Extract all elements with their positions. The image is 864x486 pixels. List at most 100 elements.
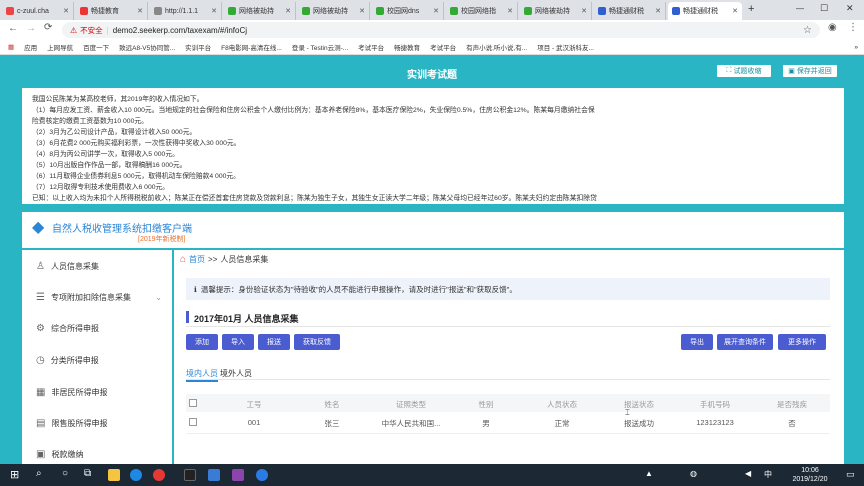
tab-foreign[interactable]: 境外人员 — [220, 368, 252, 379]
tab-favicon-icon — [524, 7, 532, 15]
insecure-label: 不安全 — [80, 25, 103, 35]
minimize-button[interactable]: — — [796, 4, 804, 13]
select-all-checkbox[interactable] — [189, 399, 197, 407]
app-icon[interactable] — [208, 469, 220, 481]
browser-tab-active[interactable]: 畅捷通财税 ✕ — [668, 2, 742, 20]
address-bar[interactable]: ⚠ 不安全 | demo2.seekerp.com/taxexam/#/info… — [62, 22, 820, 38]
task-view-icon[interactable]: ⧉ — [84, 468, 91, 479]
expand-query-button[interactable]: 展开查询条件 — [717, 334, 773, 350]
browser-tab[interactable]: 畅捷通财税 ✕ — [594, 2, 666, 20]
reload-icon[interactable]: ⟳ — [44, 22, 52, 33]
account-icon[interactable]: ◉ — [828, 22, 837, 33]
close-icon[interactable]: ✕ — [653, 7, 661, 15]
app-subtitle: [2019年新税制] — [138, 236, 186, 243]
sidebar: ♙ 人员信息采集 ☰ 专项附加扣除信息采集 ⌄ ⚙ 综合所得申报 ◷ 分类所得申报 ▦ 非居… — [22, 250, 172, 464]
save-return-button[interactable]: ▣ 保存并返回 — [782, 64, 838, 78]
close-icon[interactable]: ✕ — [357, 7, 365, 15]
grid-icon: ▦ — [36, 386, 46, 398]
bookmark-item[interactable]: F8电影网-高清在线... — [221, 42, 282, 52]
browser-tab[interactable]: http://1.1.1 ✕ — [150, 2, 222, 20]
sidebar-item-person-info[interactable]: ♙ 人员信息采集 — [22, 252, 172, 280]
cell-disabled: 否 — [788, 419, 796, 428]
bookmark-item[interactable]: 项目 - 武汉浙科友... — [537, 42, 594, 52]
volume-icon[interactable]: ◀ — [745, 469, 751, 478]
chrome-icon[interactable] — [153, 469, 165, 481]
apps-icon[interactable]: ▦ — [8, 43, 14, 51]
browser-tab[interactable]: 网络被劫持 ✕ — [298, 2, 370, 20]
edge-icon[interactable] — [130, 469, 142, 481]
address-toolbar: ← → ⟳ ⚠ 不安全 | demo2.seekerp.com/taxexam/… — [0, 20, 864, 40]
question-line: 险费核定的缴费工资基数为10 000元。 — [32, 118, 148, 125]
close-icon[interactable]: ✕ — [505, 7, 513, 15]
search-icon[interactable]: ⌕ — [36, 468, 42, 479]
close-icon[interactable]: ✕ — [431, 7, 439, 15]
browser-tab[interactable]: 畅捷教育 ✕ — [76, 2, 148, 20]
sidebar-item-restricted-stock[interactable]: ▤ 限售股所得申报 — [22, 409, 172, 437]
close-icon[interactable]: ✕ — [283, 7, 291, 15]
browser-tab[interactable]: 校园网dns ✕ — [372, 2, 444, 20]
close-icon[interactable]: ✕ — [135, 7, 143, 15]
new-tab-button[interactable]: + — [748, 3, 754, 15]
bookmark-item[interactable]: 实训平台 — [185, 42, 211, 52]
bookmark-item[interactable]: 畅捷教育 — [394, 42, 420, 52]
bookmarks-bar: ▦ 应用 上网导航 百度一下 致远A8-V5协同管... 实训平台 F8电影网-… — [0, 40, 864, 55]
forward-arrow-icon[interactable]: → — [26, 23, 36, 34]
window-close-button[interactable]: ✕ — [846, 3, 854, 14]
cell-status: 正常 — [554, 419, 570, 428]
collapse-question-button[interactable]: ⛶ 试题收缩 — [716, 64, 772, 78]
browser-tab[interactable]: c-zuul.cha ✕ — [2, 2, 74, 20]
close-icon[interactable]: ✕ — [209, 7, 217, 15]
ime-indicator[interactable]: 中 — [764, 469, 772, 480]
windows-start-icon[interactable]: ⊞ — [10, 468, 19, 481]
row-checkbox[interactable] — [189, 418, 197, 426]
sidebar-item-special-deduction[interactable]: ☰ 专项附加扣除信息采集 ⌄ — [22, 283, 172, 311]
section-marker — [186, 311, 189, 323]
tray-icon[interactable]: ▲ — [645, 469, 653, 478]
bookmark-item[interactable]: 应用 — [24, 42, 37, 52]
browser-tab[interactable]: 网络被劫持 ✕ — [520, 2, 592, 20]
file-explorer-icon[interactable] — [108, 469, 120, 481]
url-text[interactable]: demo2.seekerp.com/taxexam/#/infoCj — [113, 26, 247, 35]
breadcrumb-current: 人员信息采集 — [220, 255, 269, 264]
bookmark-item[interactable]: 致远A8-V5协同管... — [119, 42, 175, 52]
browser-tab[interactable]: 校园网络指 ✕ — [446, 2, 518, 20]
breadcrumb-home[interactable]: 首页 — [189, 254, 205, 265]
bookmark-item[interactable]: 登录 - Testin云测-... — [292, 42, 348, 52]
maximize-button[interactable]: ☐ — [820, 3, 828, 14]
bookmark-item[interactable]: 上网导航 — [47, 42, 73, 52]
wallet-icon: ▣ — [36, 448, 46, 460]
sidebar-item-classified[interactable]: ◷ 分类所得申报 — [22, 346, 172, 374]
network-icon[interactable]: ◍ — [690, 469, 697, 478]
sidebar-item-comprehensive[interactable]: ⚙ 综合所得申报 — [22, 314, 172, 342]
question-line: 我国公民陈某为某高校老师，其2019年的收入情况如下。 — [32, 96, 204, 103]
close-icon[interactable]: ✕ — [730, 7, 738, 15]
bookmark-item[interactable]: 有声小说,听小说,有... — [466, 42, 527, 52]
bookmark-item[interactable]: 考试平台 — [430, 42, 456, 52]
star-icon[interactable]: ☆ — [803, 25, 812, 36]
qq-icon[interactable] — [184, 469, 196, 481]
app-icon[interactable] — [256, 469, 268, 481]
submit-button[interactable]: 报送 — [258, 334, 290, 350]
bookmark-item[interactable]: 百度一下 — [83, 42, 109, 52]
more-bookmarks-icon[interactable]: » — [854, 44, 858, 51]
clock[interactable]: 10:06 2019/12/20 — [790, 466, 830, 484]
add-button[interactable]: 添加 — [186, 334, 218, 350]
close-icon[interactable]: ✕ — [61, 7, 69, 15]
document-icon: ▤ — [36, 417, 46, 429]
back-arrow-icon[interactable]: ← — [8, 23, 18, 34]
more-actions-button[interactable]: 更多操作 — [778, 334, 826, 350]
tab-divider — [186, 379, 830, 380]
cortana-icon[interactable]: ○ — [62, 468, 68, 479]
export-button[interactable]: 导出 — [681, 334, 713, 350]
app-icon[interactable] — [232, 469, 244, 481]
cell-id-type: 中华人民共和国... — [381, 419, 441, 428]
import-button[interactable]: 导入 — [222, 334, 254, 350]
menu-icon[interactable]: ⋮ — [848, 22, 858, 33]
browser-tab[interactable]: 网络被劫持 ✕ — [224, 2, 296, 20]
cell-phone: 123123123 — [696, 418, 734, 427]
sidebar-item-nonresident[interactable]: ▦ 非居民所得申报 — [22, 378, 172, 406]
bookmark-item[interactable]: 考试平台 — [358, 42, 384, 52]
notification-icon[interactable]: ▭ — [846, 469, 855, 480]
close-icon[interactable]: ✕ — [579, 7, 587, 15]
get-feedback-button[interactable]: 获取反馈 — [294, 334, 340, 350]
